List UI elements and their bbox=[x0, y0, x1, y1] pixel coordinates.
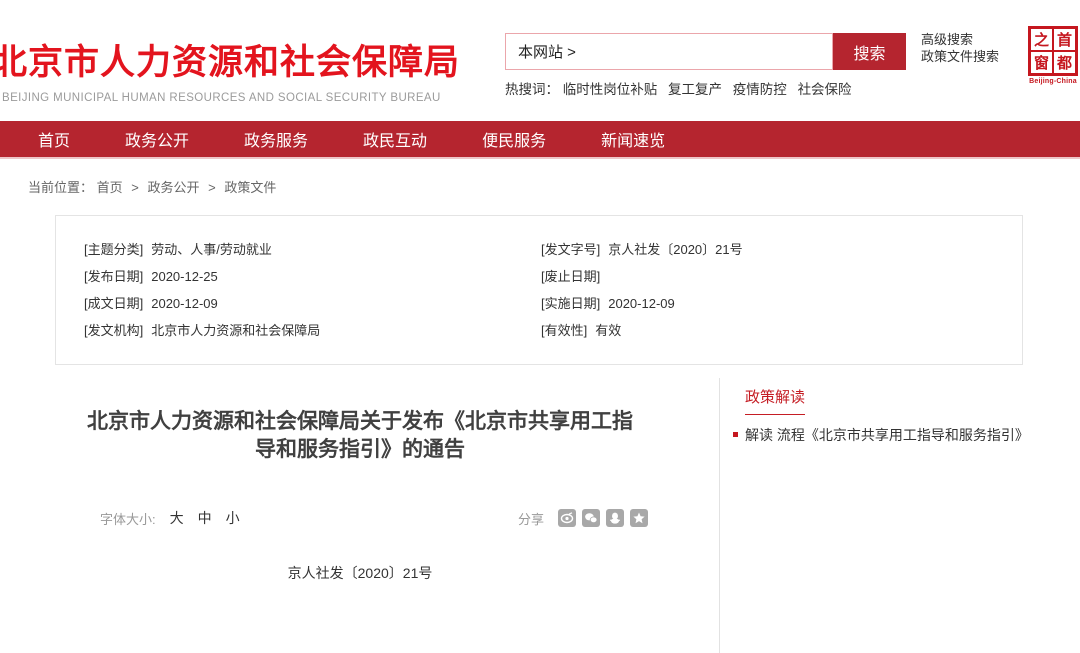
meta-value: 北京市人力资源和社会保障局 bbox=[151, 323, 320, 338]
meta-value: 有效 bbox=[595, 323, 621, 338]
search-bar: 本网站 > 搜索 bbox=[505, 33, 906, 70]
seal-char: 之 bbox=[1030, 28, 1053, 51]
advanced-search-link[interactable]: 高级搜索 bbox=[921, 31, 999, 48]
nav-item-news[interactable]: 新闻速览 bbox=[601, 127, 665, 151]
meta-value: 劳动、人事/劳动就业 bbox=[151, 242, 272, 257]
meta-value: 2020-12-25 bbox=[151, 269, 218, 284]
site-logo[interactable]: 北京市人力资源和社会保障局 BEIJING MUNICIPAL HUMAN RE… bbox=[0, 34, 460, 104]
content-sidebar-divider bbox=[719, 378, 720, 653]
hot-keyword[interactable]: 复工复产 bbox=[668, 82, 722, 97]
breadcrumb-gov-info[interactable]: 政务公开 bbox=[148, 180, 200, 195]
meta-row-issuing-agency: [发文机构] 北京市人力资源和社会保障局 bbox=[84, 317, 320, 344]
search-input[interactable]: 本网站 > bbox=[505, 33, 833, 70]
main-nav: 首页 政务公开 政务服务 政民互动 便民服务 新闻速览 bbox=[0, 121, 1080, 159]
qq-share-icon[interactable] bbox=[606, 509, 624, 527]
seal-caption: Beijing-China bbox=[1028, 78, 1078, 85]
breadcrumb: 当前位置： 首页 > 政务公开 > 政策文件 bbox=[28, 177, 276, 196]
meta-row-written-date: [成文日期] 2020-12-09 bbox=[84, 290, 320, 317]
article-controls: 字体大小: 大 中 小 分享 bbox=[100, 508, 648, 528]
nav-item-interaction[interactable]: 政民互动 bbox=[363, 127, 427, 151]
meta-label: [发文字号] bbox=[541, 242, 600, 257]
meta-row-doc-number: [发文字号] 京人社发〔2020〕21号 bbox=[541, 236, 743, 263]
hot-search-label: 热搜词： bbox=[505, 82, 559, 97]
policy-interpretation-link[interactable]: 解读 流程《北京市共享用工指导和服务指引》 bbox=[745, 415, 1037, 455]
metadata-left-column: [主题分类] 劳动、人事/劳动就业 [发布日期] 2020-12-25 [成文日期]… bbox=[84, 236, 320, 344]
search-scope-selector[interactable]: 本网站 > bbox=[518, 41, 576, 62]
meta-value: 2020-12-09 bbox=[608, 296, 675, 311]
share-label: 分享 bbox=[518, 509, 544, 528]
seal-grid: 之 首 窗 都 bbox=[1028, 26, 1078, 76]
page: 北京市人力资源和社会保障局 BEIJING MUNICIPAL HUMAN RE… bbox=[0, 0, 1080, 653]
policy-interpretation-heading[interactable]: 政策解读 bbox=[745, 386, 805, 415]
meta-row-repeal-date: [废止日期] bbox=[541, 263, 743, 290]
document-metadata-box: [主题分类] 劳动、人事/劳动就业 [发布日期] 2020-12-25 [成文日期]… bbox=[55, 215, 1023, 365]
meta-row-topic: [主题分类] 劳动、人事/劳动就业 bbox=[84, 236, 320, 263]
nav-item-gov-info[interactable]: 政务公开 bbox=[125, 127, 189, 151]
meta-row-publish-date: [发布日期] 2020-12-25 bbox=[84, 263, 320, 290]
seal-char: 首 bbox=[1053, 28, 1076, 51]
weibo-share-icon[interactable] bbox=[558, 509, 576, 527]
seal-char: 都 bbox=[1053, 51, 1076, 74]
breadcrumb-separator: > bbox=[131, 180, 139, 195]
breadcrumb-policy-files[interactable]: 政策文件 bbox=[224, 180, 276, 195]
nav-item-convenience[interactable]: 便民服务 bbox=[482, 127, 546, 151]
site-subtitle: BEIJING MUNICIPAL HUMAN RESOURCES AND SO… bbox=[0, 92, 460, 104]
breadcrumb-separator: > bbox=[208, 180, 216, 195]
metadata-right-column: [发文字号] 京人社发〔2020〕21号 [废止日期] [实施日期] 2020-12… bbox=[541, 236, 743, 344]
breadcrumb-label: 当前位置： bbox=[28, 180, 93, 195]
hot-search-row: 热搜词： 临时性岗位补贴 复工复产 疫情防控 社会保险 bbox=[505, 78, 859, 98]
meta-label: [实施日期] bbox=[541, 296, 600, 311]
site-title: 北京市人力资源和社会保障局 bbox=[0, 34, 460, 85]
article-title: 北京市人力资源和社会保障局关于发布《北京市共享用工指导和服务指引》的通告 bbox=[40, 408, 680, 464]
meta-label: [废止日期] bbox=[541, 269, 600, 284]
document-number: 京人社发〔2020〕21号 bbox=[40, 563, 680, 583]
policy-file-search-link[interactable]: 政策文件搜索 bbox=[921, 48, 999, 65]
wechat-share-icon[interactable] bbox=[582, 509, 600, 527]
capital-window-seal-logo[interactable]: 之 首 窗 都 Beijing-China bbox=[1028, 26, 1078, 85]
meta-label: [成文日期] bbox=[84, 296, 143, 311]
meta-label: [主题分类] bbox=[84, 242, 143, 257]
hot-keyword[interactable]: 疫情防控 bbox=[733, 82, 787, 97]
list-bullet-icon bbox=[733, 432, 738, 437]
font-size-large-button[interactable]: 大 bbox=[170, 508, 184, 528]
font-size-small-button[interactable]: 小 bbox=[226, 508, 240, 528]
nav-item-home[interactable]: 首页 bbox=[38, 127, 70, 151]
meta-row-effective-date: [实施日期] 2020-12-09 bbox=[541, 290, 743, 317]
font-size-medium-button[interactable]: 中 bbox=[198, 508, 212, 528]
qzone-share-icon[interactable] bbox=[630, 509, 648, 527]
font-size-label: 字体大小: bbox=[100, 509, 156, 528]
meta-label: [发文机构] bbox=[84, 323, 143, 338]
article-title-text: 北京市人力资源和社会保障局关于发布《北京市共享用工指导和服务指引》的通告 bbox=[80, 408, 640, 464]
search-button[interactable]: 搜索 bbox=[833, 33, 906, 70]
font-size-control: 字体大小: 大 中 小 bbox=[100, 508, 240, 528]
seal-char: 窗 bbox=[1030, 51, 1053, 74]
share-control: 分享 bbox=[518, 509, 648, 528]
hot-keyword[interactable]: 临时性岗位补贴 bbox=[563, 82, 658, 97]
hot-keyword[interactable]: 社会保险 bbox=[798, 82, 852, 97]
meta-label: [发布日期] bbox=[84, 269, 143, 284]
meta-value: 2020-12-09 bbox=[151, 296, 218, 311]
breadcrumb-home[interactable]: 首页 bbox=[97, 180, 123, 195]
meta-label: [有效性] bbox=[541, 323, 587, 338]
nav-item-gov-services[interactable]: 政务服务 bbox=[244, 127, 308, 151]
meta-row-validity: [有效性] 有效 bbox=[541, 317, 743, 344]
meta-value: 京人社发〔2020〕21号 bbox=[608, 242, 742, 257]
advanced-search-links: 高级搜索 政策文件搜索 bbox=[921, 31, 999, 65]
